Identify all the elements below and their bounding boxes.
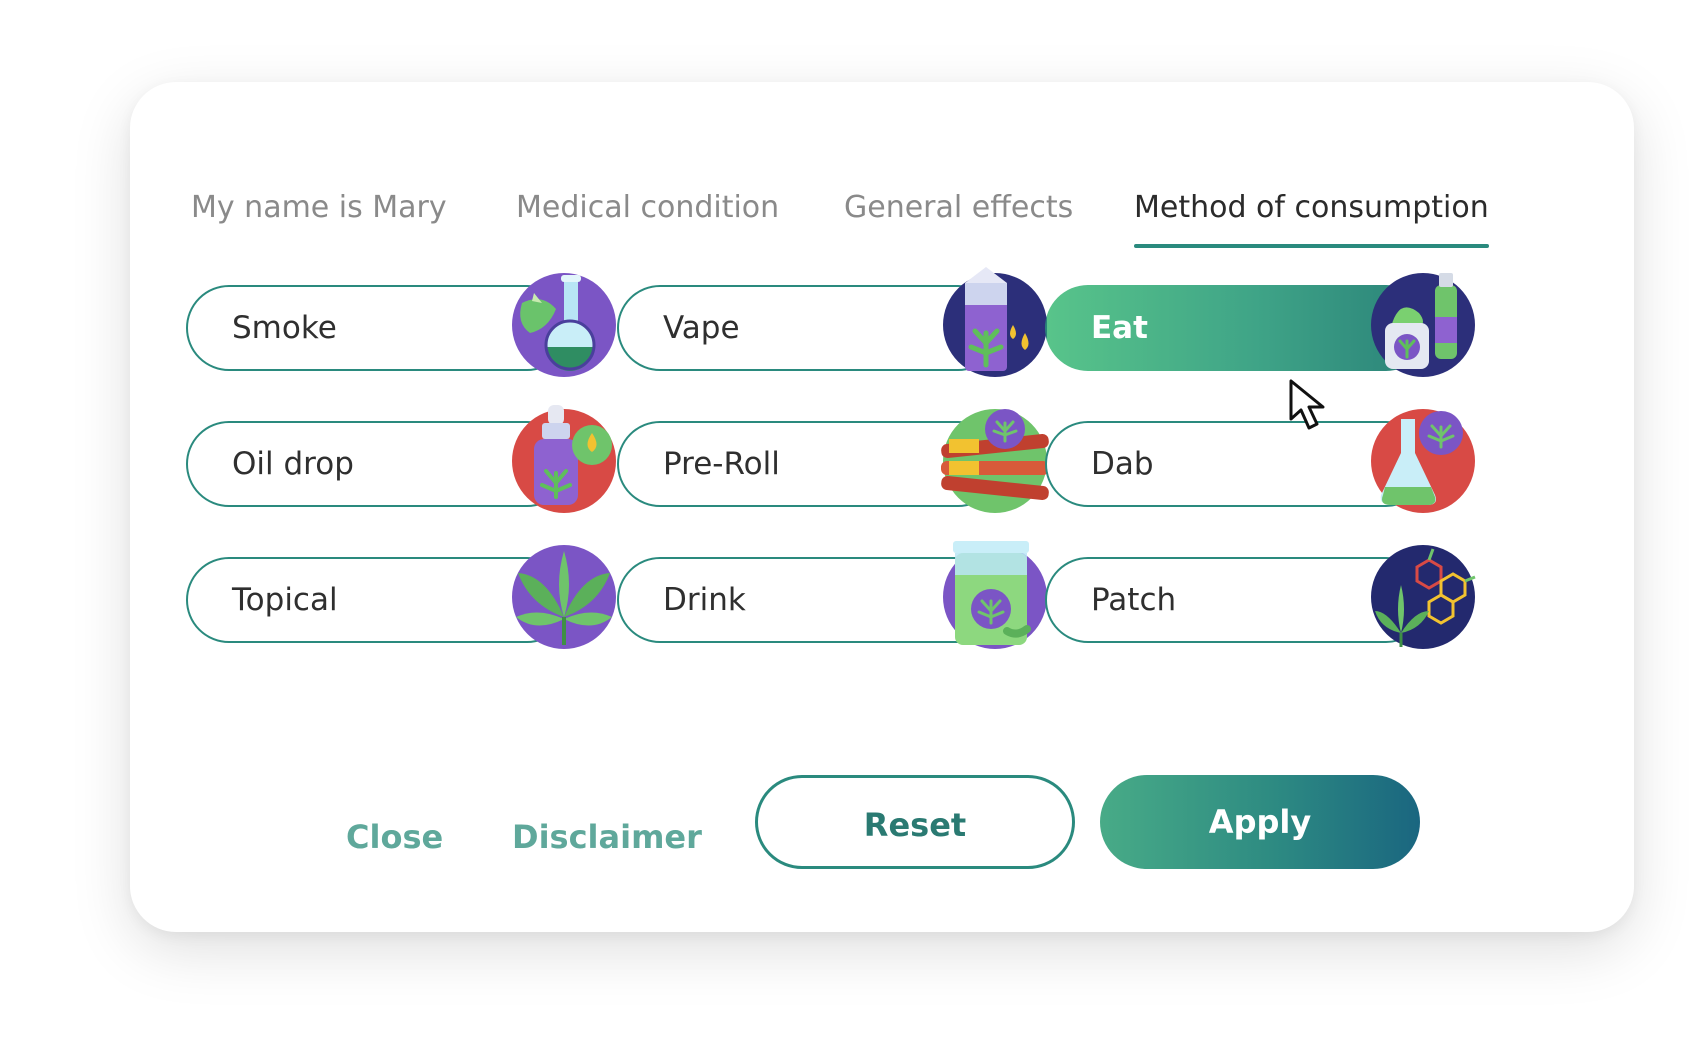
drink-bottle-icon (943, 541, 1047, 649)
option-label: Vape (663, 310, 740, 346)
option-label: Smoke (232, 310, 337, 346)
option-label: Dab (1091, 446, 1154, 482)
option-oil-drop[interactable]: Oil drop (186, 405, 616, 513)
option-dab[interactable]: Dab (1045, 409, 1475, 513)
option-topical[interactable]: Topical (186, 545, 616, 649)
option-label: Oil drop (232, 446, 354, 482)
mouse-cursor-icon (1287, 379, 1335, 433)
bong-icon (512, 273, 616, 377)
option-eat[interactable]: Eat (1045, 273, 1475, 377)
dab-flask-icon (1371, 409, 1475, 513)
option-label: Patch (1091, 582, 1177, 618)
option-label: Drink (663, 582, 746, 618)
close-button[interactable]: Close (346, 802, 443, 872)
apply-button[interactable]: Apply (1100, 775, 1420, 869)
tab-method-of-consumption[interactable]: Method of consumption (1134, 178, 1489, 248)
option-vape[interactable]: Vape (617, 267, 1047, 377)
option-label: Pre-Roll (663, 446, 780, 482)
option-smoke[interactable]: Smoke (186, 273, 616, 377)
filter-dialog: My name is Mary Medical condition Genera… (130, 82, 1634, 932)
reset-button[interactable]: Reset (755, 775, 1075, 869)
tab-general-effects[interactable]: General effects (844, 178, 1073, 238)
tab-medical-condition[interactable]: Medical condition (516, 178, 779, 238)
tab-my-name-is-mary[interactable]: My name is Mary (191, 178, 447, 238)
edible-jar-icon (1371, 273, 1475, 377)
active-tab-indicator (1134, 244, 1489, 248)
option-label: Topical (232, 582, 338, 618)
molecule-patch-icon (1371, 545, 1476, 649)
option-patch[interactable]: Patch (1045, 545, 1476, 649)
disclaimer-button[interactable]: Disclaimer (512, 802, 702, 872)
pre-roll-icon (941, 409, 1049, 513)
oil-dropper-icon (512, 405, 616, 513)
option-drink[interactable]: Drink (617, 541, 1047, 649)
vape-cartridge-icon (943, 267, 1047, 377)
tab-method-of-consumption-label: Method of consumption (1134, 190, 1489, 225)
option-pre-roll[interactable]: Pre-Roll (617, 409, 1049, 513)
option-label: Eat (1091, 310, 1148, 346)
cannabis-leaf-icon (512, 545, 616, 649)
